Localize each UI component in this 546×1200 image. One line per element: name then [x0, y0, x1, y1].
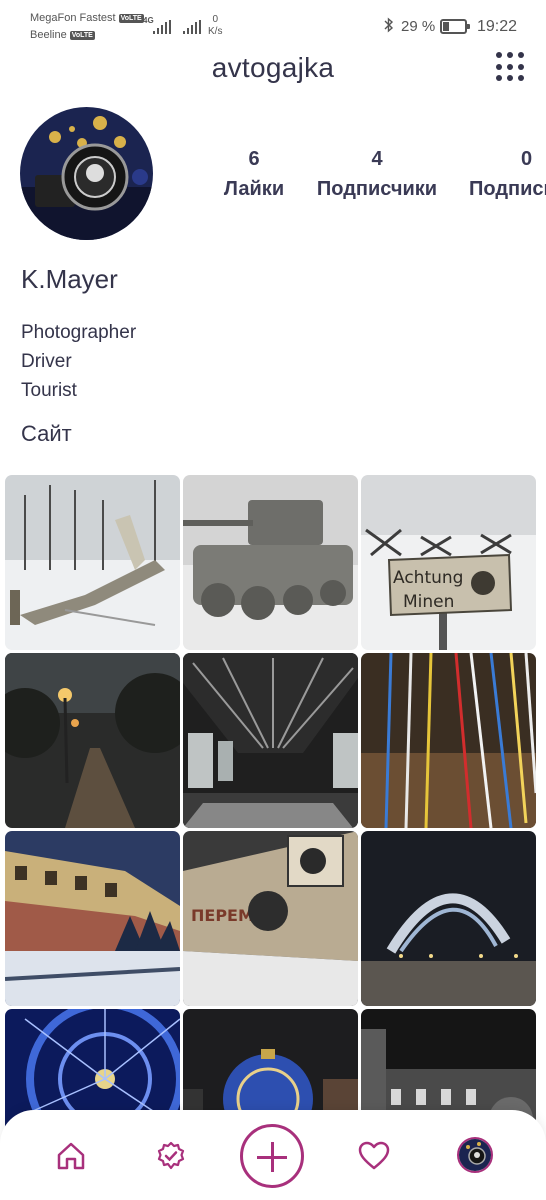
profile-stats: 6 Лайки 4 Подписчики 0 Подписки [210, 146, 546, 206]
battery-fill [443, 22, 449, 31]
heart-icon[interactable] [355, 1138, 393, 1174]
bio-line: Tourist [21, 380, 77, 401]
photo-snow-plane[interactable] [5, 475, 180, 650]
photo-night-park-path[interactable] [5, 653, 180, 828]
network-speed: 0 K/s [208, 14, 222, 38]
sign-text-2: Minen [403, 592, 454, 612]
clock: 19:22 [477, 18, 518, 35]
stat-followers[interactable]: 4 Подписчики [314, 146, 440, 206]
battery-percent: 29 % [401, 18, 436, 35]
stat-following[interactable]: 0 Подписки [469, 146, 546, 206]
followers-label: Подписчики [316, 178, 438, 200]
bio-line: Driver [21, 351, 72, 372]
bio-line: Photographer [21, 322, 137, 343]
photo-illuminated-arch[interactable] [361, 831, 536, 1006]
status-bar: MegaFon Fastest VoLTE Beeline VoLTE 4G 0… [0, 0, 546, 50]
add-icon[interactable] [240, 1124, 304, 1188]
battery-icon [440, 19, 470, 34]
carrier-2-name: Beeline [30, 29, 67, 41]
stat-likes[interactable]: 6 Лайки [210, 146, 298, 206]
photo-graffiti-wall[interactable]: ПЕРЕМЕН [183, 831, 358, 1006]
carrier-1-name: MegaFon Fastest [30, 12, 116, 24]
profile-name: K.Mayer [21, 264, 118, 294]
followers-count: 4 [371, 148, 383, 170]
speed-unit: K/s [208, 26, 223, 37]
volte-badge-2: VoLTE [69, 30, 95, 40]
photo-snow-tank[interactable] [183, 475, 358, 650]
photo-achtung-minen-sign[interactable]: Achtung Minen [361, 475, 536, 650]
grid-menu-icon[interactable] [496, 52, 526, 82]
following-label: Подписки [469, 178, 546, 200]
site-link[interactable]: Сайт [21, 421, 72, 447]
profile-username: avtogajka [211, 52, 335, 83]
carrier-1: MegaFon Fastest VoLTE [30, 12, 144, 24]
verified-badge-icon[interactable] [152, 1138, 190, 1174]
signal-icon [153, 20, 171, 34]
sign-text-1: Achtung [393, 568, 463, 588]
photo-grid: Achtung Minen ПЕРЕМЕН [5, 475, 537, 1184]
carrier-2: Beeline VoLTE [30, 29, 95, 41]
volte-badge: VoLTE [118, 13, 144, 23]
likes-count: 6 [248, 148, 260, 170]
home-icon[interactable] [52, 1138, 90, 1174]
likes-label: Лайки [223, 178, 285, 200]
following-count: 0 [520, 148, 533, 170]
signal-icon-2 [183, 20, 201, 34]
photo-light-installation[interactable] [361, 653, 536, 828]
profile-bio: Photographer Driver Tourist [21, 318, 136, 405]
photo-underpass-tunnel[interactable] [183, 653, 358, 828]
avatar[interactable] [20, 107, 153, 240]
bottom-nav [0, 1110, 546, 1200]
photo-kremlin-wall-night[interactable] [5, 831, 180, 1006]
speed-value: 0 [212, 14, 218, 25]
profile-avatar[interactable] [457, 1137, 493, 1173]
bluetooth-icon [384, 17, 394, 36]
